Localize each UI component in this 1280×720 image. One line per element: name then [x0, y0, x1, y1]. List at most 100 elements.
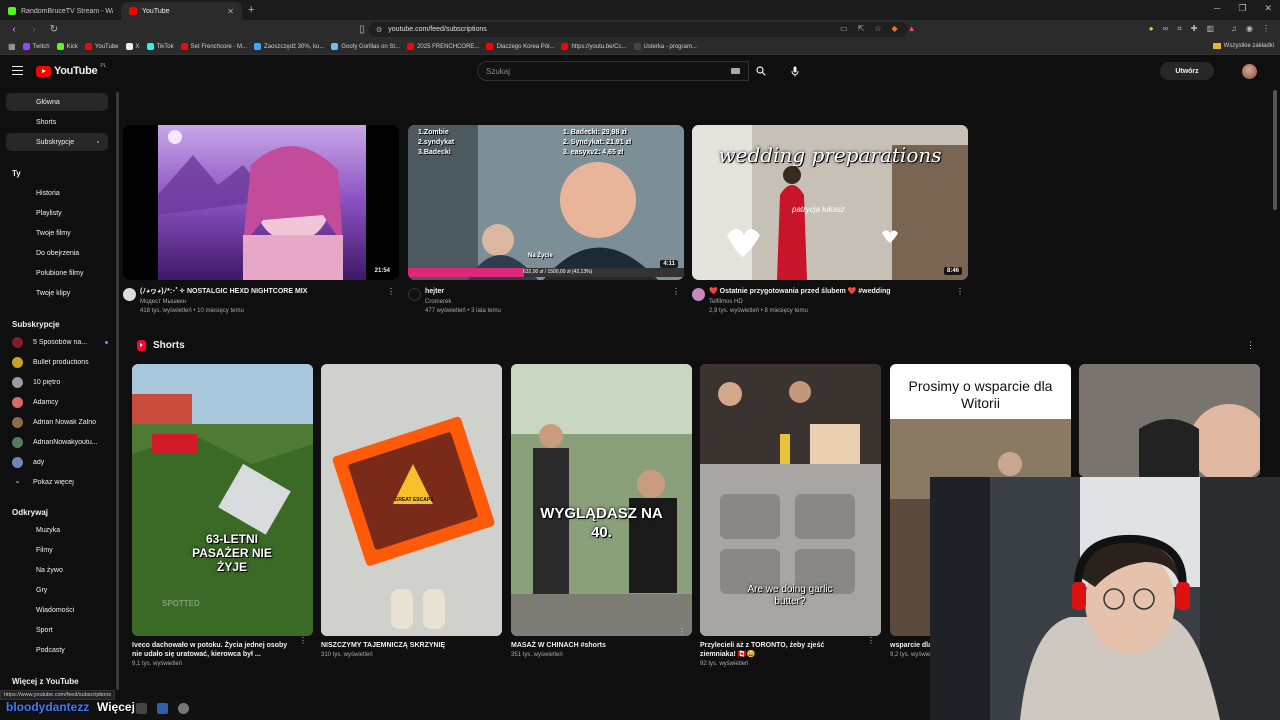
sidebar-item-podcasts[interactable]: Podcasty	[6, 641, 108, 659]
sidebar-item-home[interactable]: Główna	[6, 93, 108, 111]
video-thumbnail[interactable]: 21:54	[123, 125, 399, 280]
create-button[interactable]: Utwórz	[1160, 62, 1214, 80]
short-thumbnail[interactable]: WYGLĄDASZ NA 40.	[511, 364, 692, 636]
short-thumbnail[interactable]: Are we doing garlic butter?	[700, 364, 881, 636]
app-icon[interactable]	[178, 703, 189, 714]
sidebar-item-gaming[interactable]: Gry	[6, 581, 108, 599]
voice-search-button[interactable]	[785, 61, 805, 81]
more-actions-icon[interactable]: ⋮	[867, 636, 875, 645]
youtube-logo[interactable]: YouTube PL	[36, 63, 106, 77]
install-app-icon[interactable]: ▭	[840, 24, 848, 33]
video-card[interactable]: 1.Zombie 2.syndykat 3.Badecki 1. Badecki…	[408, 125, 684, 314]
close-window-icon[interactable]: ✕	[1264, 3, 1272, 14]
search-input[interactable]: Szukaj	[477, 61, 749, 81]
close-tab-icon[interactable]: ✕	[227, 7, 234, 16]
sidebar-item-shorts[interactable]: Shorts	[6, 113, 108, 131]
sidebar-item-history[interactable]: Historia	[6, 184, 108, 202]
browser-tab-youtube[interactable]: YouTube ✕	[121, 2, 242, 20]
forward-icon[interactable]: ›	[28, 24, 40, 35]
video-thumbnail[interactable]: 1.Zombie 2.syndykat 3.Badecki 1. Badecki…	[408, 125, 684, 280]
bookmark[interactable]: Kick	[56, 43, 78, 50]
channel-avatar[interactable]	[408, 288, 421, 301]
short-card-partial[interactable]	[1079, 364, 1260, 477]
bookmark[interactable]: Dlaczego Korea Pół...	[486, 43, 554, 50]
short-card[interactable]: GREAT ESCAPE NISZCZYMY TAJEMNICZĄ SKRZYN…	[321, 364, 502, 658]
sidebar-subscription[interactable]: 5 Sposobów na...	[12, 334, 108, 350]
sidebar-item-liked-videos[interactable]: Polubione filmy	[6, 264, 108, 282]
short-card[interactable]: Are we doing garlic butter? Przylecieli …	[700, 364, 881, 667]
maximize-icon[interactable]: ❐	[1238, 3, 1246, 14]
sidebar-item-your-clips[interactable]: Twoje klipy	[6, 284, 108, 302]
sidebar-subscription[interactable]: Bullet productions	[12, 354, 108, 370]
more-actions-icon[interactable]: ⋮	[488, 627, 496, 636]
site-info-icon[interactable]: ⚙	[376, 26, 382, 34]
extension-icon[interactable]: ●	[1149, 24, 1154, 34]
page-scrollbar[interactable]	[1273, 90, 1277, 210]
sidebar-item-playlists[interactable]: Playlisty	[6, 204, 108, 222]
sidebar-subscription[interactable]: AdrianNowakyoutu...	[12, 434, 108, 450]
profile-icon[interactable]: ◉	[1246, 24, 1253, 34]
keyboard-icon[interactable]	[731, 68, 740, 74]
screenshot-icon[interactable]: ⌗	[1177, 24, 1182, 34]
alert-icon[interactable]: ▲	[908, 24, 916, 33]
all-bookmarks[interactable]: Wszystkie zakładki	[1212, 43, 1274, 49]
short-title[interactable]: Iveco dachowało w potoku. Życia jednej o…	[132, 641, 292, 659]
bookmark[interactable]: Usterka - program...	[633, 43, 697, 50]
sidebar-item-subscriptions[interactable]: Subskrypcje	[6, 133, 108, 151]
back-icon[interactable]: ‹	[8, 24, 20, 35]
channel-avatar[interactable]	[123, 288, 136, 301]
channel-name[interactable]: Модест Мышкин	[140, 299, 399, 305]
account-avatar[interactable]	[1242, 64, 1257, 79]
shorts-more-icon[interactable]: ⋮	[1246, 340, 1255, 351]
puzzle-icon[interactable]: ✚	[1191, 24, 1198, 34]
sidebar-subscription[interactable]: Adamcy	[12, 394, 108, 410]
channel-name[interactable]: Cromerek	[425, 299, 684, 305]
sidebar-item-movies[interactable]: Filmy	[6, 541, 108, 559]
new-tab-icon[interactable]: +	[248, 4, 254, 16]
minimize-icon[interactable]: ─	[1214, 3, 1220, 14]
bookmark[interactable]: 2025 FRENCHCORE...	[407, 43, 479, 50]
video-title[interactable]: (ﾉ◕ヮ◕)ﾉ*:･ﾟ✧ NOSTALGIC HEXD NIGHTCORE MI…	[140, 287, 380, 296]
channel-avatar[interactable]	[692, 288, 705, 301]
sidebar-item-watch-later[interactable]: Do obejrzenia	[6, 244, 108, 262]
bookmark[interactable]: Zaoszczędź 30%, ku...	[254, 43, 324, 50]
bookmark[interactable]: https://youtu.be/Cc...	[561, 43, 627, 50]
short-title[interactable]: NISZCZYMY TAJEMNICZĄ SKRZYNIĘ	[321, 641, 481, 650]
apps-icon[interactable]: ▦	[8, 42, 16, 51]
sidebar-item-music[interactable]: Muzyka	[6, 521, 108, 539]
share-icon[interactable]: ⇱	[858, 24, 865, 33]
sidebar-subscription[interactable]: Adrian Nowak Żalno	[12, 414, 108, 430]
channel-name[interactable]: Telfilmos HD	[709, 299, 968, 305]
video-card[interactable]: wedding preparations patrycja łukasz 8:4…	[692, 125, 968, 314]
menu-icon[interactable]: ⋮	[1262, 24, 1270, 34]
browser-tab-kick[interactable]: RandomBruceTV Stream - Watch	[0, 2, 121, 20]
search-button[interactable]	[750, 61, 772, 81]
app-icon[interactable]	[136, 703, 147, 714]
sidebar-subscription[interactable]: 10 piętro	[12, 374, 108, 390]
sidebar-item-sport[interactable]: Sport	[6, 621, 108, 639]
short-title[interactable]: MASAŻ W CHINACH #shorts	[511, 641, 671, 650]
bookmark[interactable]: YouTube	[84, 43, 119, 50]
shield-icon[interactable]: ◆	[891, 24, 897, 33]
sidebar-item-news[interactable]: Wiadomości	[6, 601, 108, 619]
star-icon[interactable]: ☆	[874, 24, 881, 33]
media-icon[interactable]: ♫	[1231, 24, 1237, 34]
bookmark[interactable]: X	[125, 43, 140, 50]
more-actions-icon[interactable]: ⋮	[299, 636, 307, 645]
sidebar-scrollbar[interactable]	[116, 92, 119, 690]
sidebar-icon[interactable]: ▥	[1206, 24, 1214, 34]
more-actions-icon[interactable]: ⋮	[387, 287, 395, 296]
url-field[interactable]: ⚙ youtube.com/feed/subscriptions	[368, 22, 908, 37]
vpn-icon[interactable]: ∞	[1163, 24, 1169, 34]
bookmark[interactable]: TikTok	[146, 43, 174, 50]
sidebar-item-live[interactable]: Na żywo	[6, 561, 108, 579]
bookmark[interactable]: Set Frenchcore - M...	[180, 43, 247, 50]
reload-icon[interactable]: ↻	[48, 24, 60, 35]
more-actions-icon[interactable]: ⋮	[678, 627, 686, 636]
bookmark[interactable]: Twitch	[22, 43, 50, 50]
video-thumbnail[interactable]: wedding preparations patrycja łukasz 8:4…	[692, 125, 968, 280]
short-thumbnail[interactable]: 63-LETNI PASAŻER NIE ŻYJE SPOTTED	[132, 364, 313, 636]
bookmark-page-icon[interactable]: ▯	[356, 24, 368, 35]
short-thumbnail[interactable]: GREAT ESCAPE	[321, 364, 502, 636]
video-title[interactable]: ❤️ Ostatnie przygotowania przed ślubem ❤…	[709, 287, 949, 296]
